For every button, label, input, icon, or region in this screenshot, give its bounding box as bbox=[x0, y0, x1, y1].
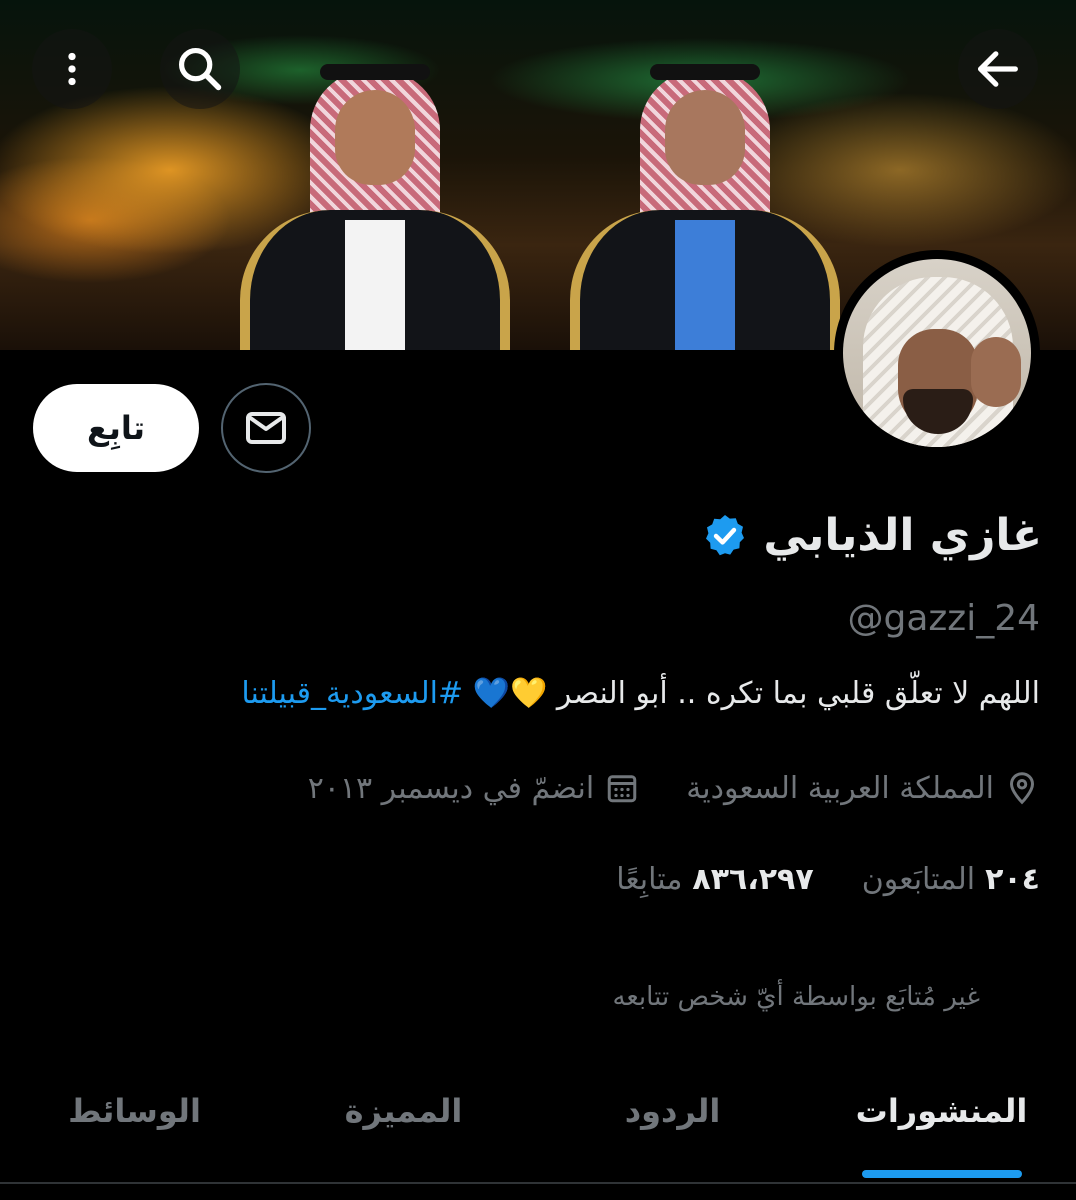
tab-label: المنشورات bbox=[855, 1092, 1028, 1130]
banner-figure-left bbox=[240, 50, 510, 350]
message-button[interactable] bbox=[221, 383, 311, 473]
joined-date: انضمّ في ديسمبر ٢٠١٣ bbox=[307, 770, 595, 806]
bio-text: اللهم لا تعلّق قلبي بما تكره .. أبو النص… bbox=[556, 676, 1040, 711]
follow-stats: ٢٠٤ المتابَعون ٨٣٦،٢٩٧ متابِعًا bbox=[616, 862, 1040, 897]
tab-label: الردود bbox=[624, 1092, 721, 1130]
tab-replies[interactable]: الردود bbox=[538, 1070, 807, 1180]
following-label: المتابَعون bbox=[861, 862, 976, 897]
not-followed-note: غير مُتابَع بواسطة أيّ شخص تتابعه bbox=[612, 982, 980, 1012]
profile-meta: المملكة العربية السعودية انضمّ في ديسمبر… bbox=[308, 770, 1040, 806]
display-name: غازي الذيابي bbox=[763, 510, 1042, 561]
name-row: غازي الذيابي bbox=[701, 510, 1042, 561]
tab-label: المميزة bbox=[344, 1092, 463, 1130]
bio-hashtag-link[interactable]: #السعودية_قبيلتنا bbox=[241, 676, 463, 711]
profile-tabs: المنشورات الردود المميزة الوسائط bbox=[0, 1070, 1076, 1180]
banner-figure-right bbox=[570, 50, 840, 350]
more-options-button[interactable] bbox=[32, 29, 112, 109]
followers-label: متابِعًا bbox=[616, 862, 683, 897]
search-button[interactable] bbox=[160, 29, 240, 109]
calendar-icon bbox=[607, 775, 637, 803]
follow-button[interactable]: تابِع bbox=[33, 384, 199, 472]
followers-stat[interactable]: ٨٣٦،٢٩٧ متابِعًا bbox=[616, 862, 814, 897]
location-text: المملكة العربية السعودية bbox=[686, 770, 994, 806]
back-button[interactable] bbox=[958, 29, 1038, 109]
tab-media[interactable]: الوسائط bbox=[0, 1070, 269, 1180]
bio-emojis: 💛💙 bbox=[472, 676, 548, 711]
profile-bio: اللهم لا تعلّق قلبي بما تكره .. أبو النص… bbox=[40, 676, 1040, 711]
tab-label: الوسائط bbox=[68, 1092, 201, 1130]
mail-icon bbox=[246, 412, 286, 444]
tabs-divider bbox=[0, 1182, 1076, 1184]
following-count: ٢٠٤ bbox=[985, 862, 1040, 897]
tab-highlights[interactable]: المميزة bbox=[269, 1070, 538, 1180]
active-tab-indicator bbox=[861, 1170, 1022, 1178]
following-stat[interactable]: ٢٠٤ المتابَعون bbox=[862, 862, 1040, 897]
avatar-photo bbox=[843, 259, 1031, 447]
verified-badge-icon bbox=[706, 514, 745, 555]
location-pin-icon bbox=[1009, 772, 1035, 805]
followers-count: ٨٣٦،٢٩٧ bbox=[692, 862, 814, 897]
more-vertical-icon bbox=[68, 52, 76, 86]
arrow-left-icon bbox=[978, 51, 1018, 87]
search-icon bbox=[178, 47, 222, 91]
profile-avatar[interactable] bbox=[834, 250, 1040, 456]
tab-posts[interactable]: المنشورات bbox=[807, 1070, 1076, 1180]
follow-button-label: تابِع bbox=[87, 409, 145, 447]
profile-handle: @gazzi_24 bbox=[847, 598, 1040, 639]
